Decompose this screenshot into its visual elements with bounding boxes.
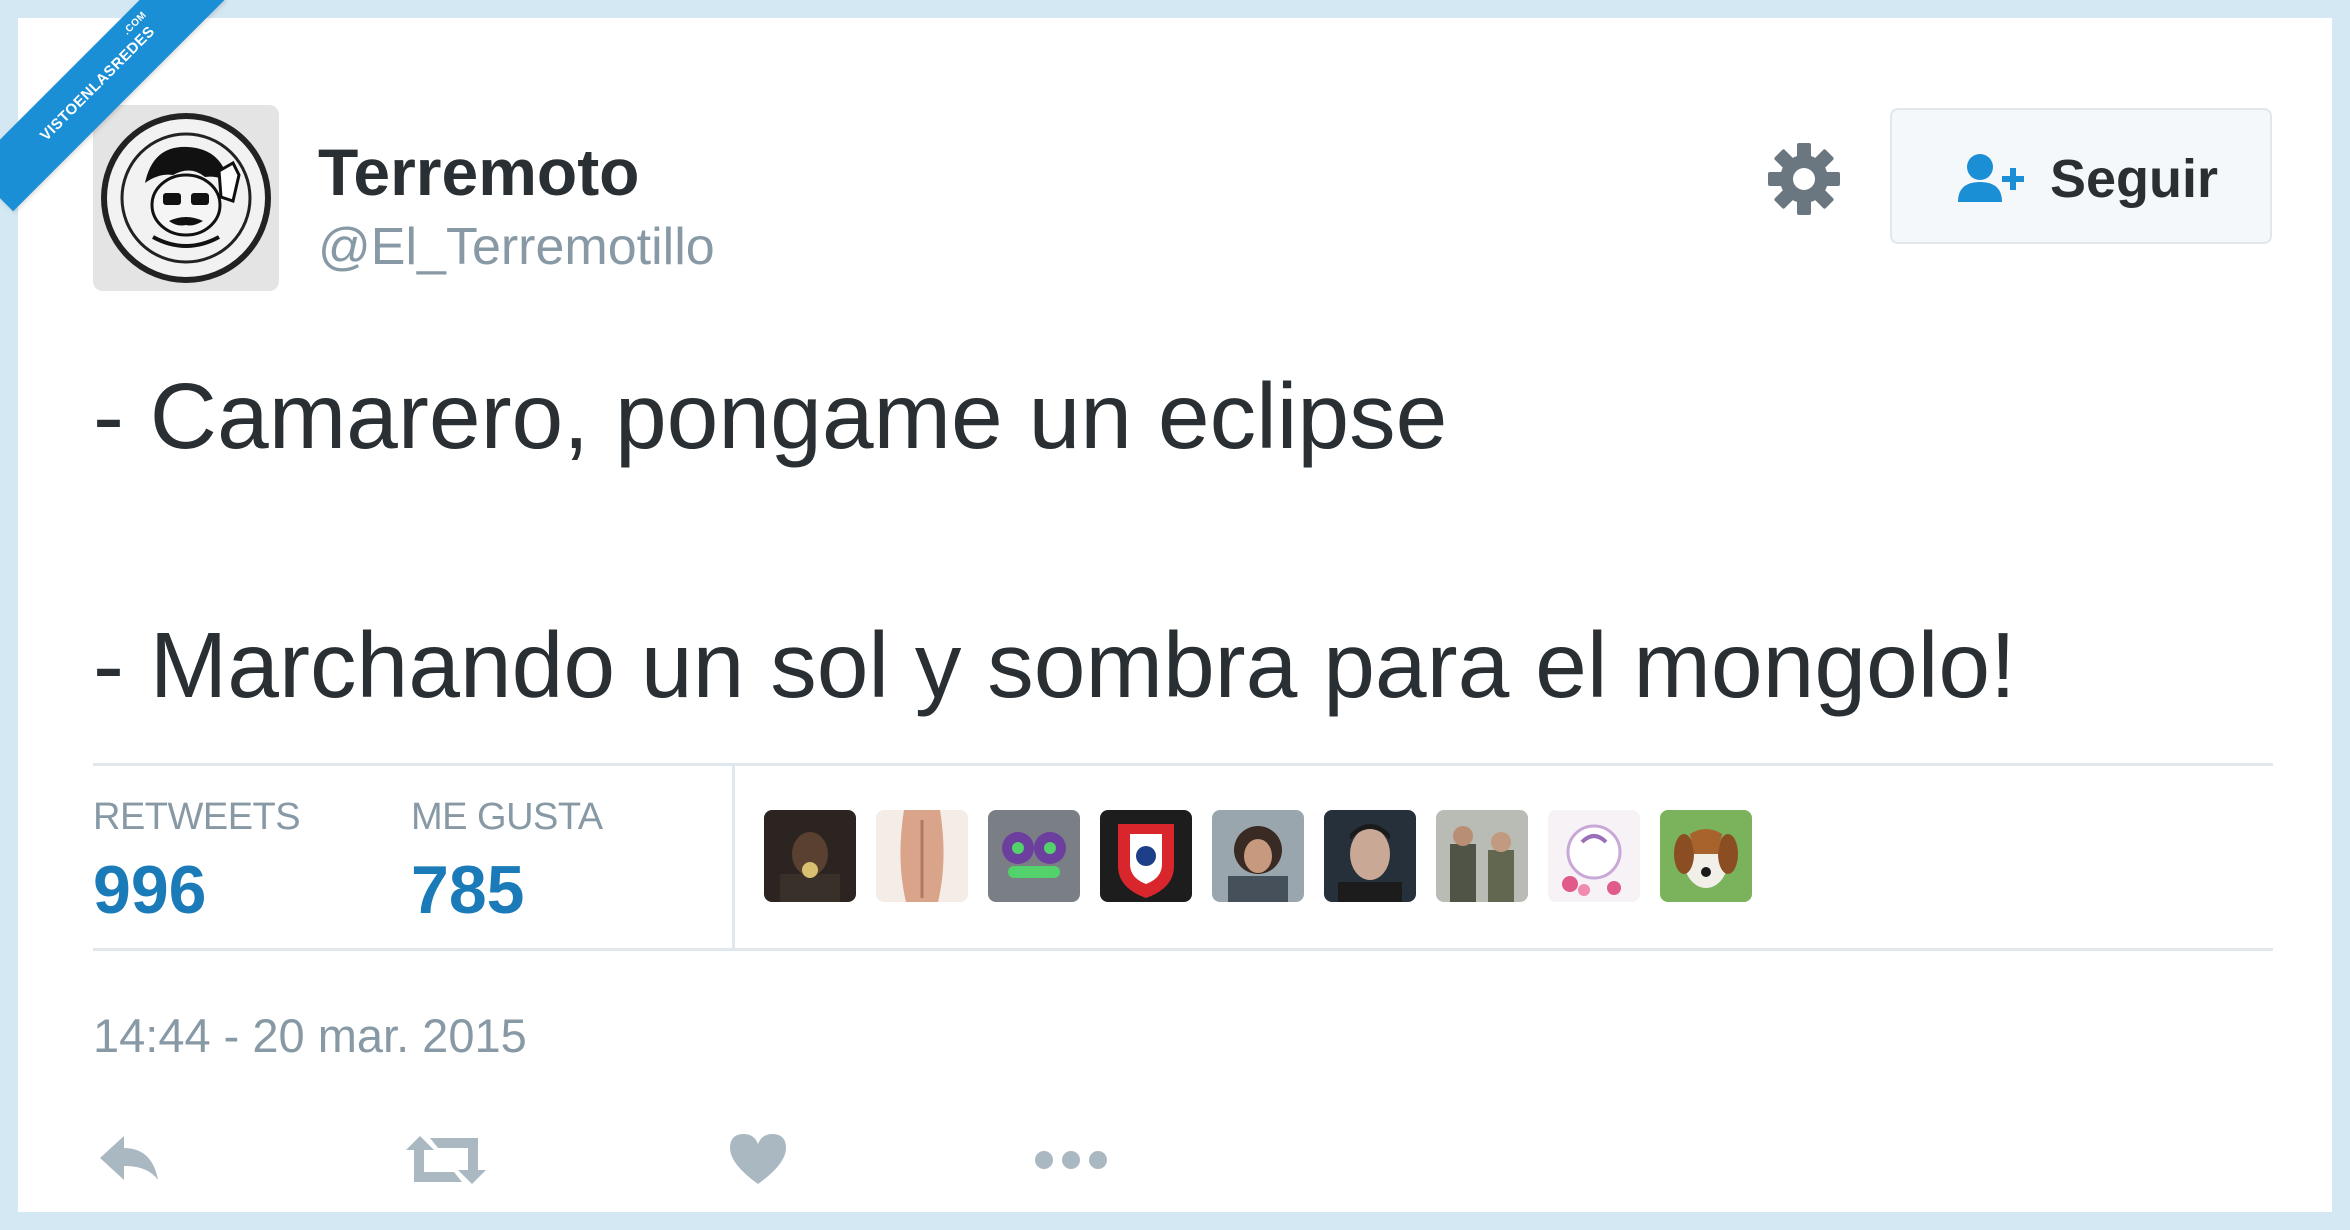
liker-avatar[interactable] xyxy=(1100,810,1192,902)
retweets-label: RETWEETS xyxy=(93,796,301,838)
display-name[interactable]: Terremoto xyxy=(318,134,640,210)
liker-avatar[interactable] xyxy=(1324,810,1416,902)
likes-label: ME GUSTA xyxy=(411,796,603,838)
tweet-text-line: - Camarero, pongame un eclipse xyxy=(93,364,1448,468)
avatar[interactable] xyxy=(93,105,279,291)
follow-button-label: Seguir xyxy=(2050,149,2219,209)
liker-avatar[interactable] xyxy=(876,810,968,902)
liker-avatar[interactable] xyxy=(1212,810,1304,902)
divider xyxy=(93,948,2273,951)
divider xyxy=(93,763,2273,766)
reply-icon[interactable] xyxy=(96,1128,162,1192)
liker-avatar[interactable] xyxy=(1436,810,1528,902)
liker-avatar[interactable] xyxy=(1660,810,1752,902)
gear-icon[interactable] xyxy=(1766,141,1842,217)
retweets-count[interactable]: 996 xyxy=(93,851,206,929)
likes-count[interactable]: 785 xyxy=(411,851,524,929)
follow-button[interactable]: Seguir xyxy=(1890,108,2272,244)
liker-avatar[interactable] xyxy=(988,810,1080,902)
liker-avatar[interactable] xyxy=(1548,810,1640,902)
avatar-logo-icon xyxy=(93,105,279,291)
person-add-icon xyxy=(1958,154,2024,202)
stats-divider xyxy=(732,766,735,948)
tweet-timestamp[interactable]: 14:44 - 20 mar. 2015 xyxy=(93,1008,527,1063)
user-handle[interactable]: @El_Terremotillo xyxy=(318,217,715,277)
tweet-card: VISTOENLASREDES .COM Terremoto @El_Terrem… xyxy=(0,0,2332,1212)
liker-avatar[interactable] xyxy=(764,810,856,902)
more-icon[interactable] xyxy=(1032,1128,1110,1192)
heart-icon[interactable] xyxy=(728,1128,788,1192)
tweet-text-line: - Marchando un sol y sombra para el mong… xyxy=(93,613,2016,717)
retweet-icon[interactable] xyxy=(406,1128,486,1192)
